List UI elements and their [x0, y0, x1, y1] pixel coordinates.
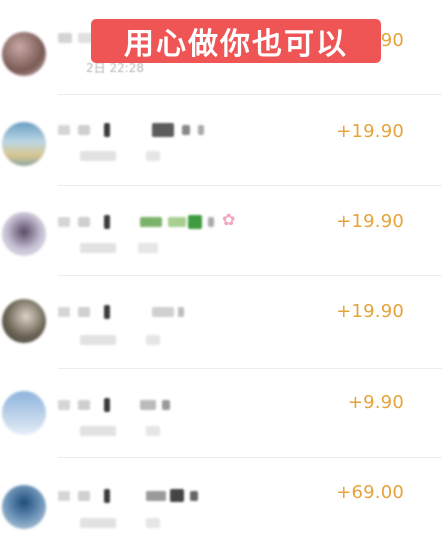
transaction-amount: +19.90 — [336, 301, 404, 322]
transaction-row[interactable]: +19.90 — [0, 185, 442, 276]
transaction-amount: +9.90 — [347, 392, 404, 413]
caption-banner: 用心做你也可以 — [91, 19, 381, 63]
avatar — [2, 391, 46, 435]
transaction-row[interactable]: +9.90 — [0, 368, 442, 458]
transaction-row[interactable]: +69.00 — [0, 458, 442, 548]
transaction-row[interactable]: +19.90 — [0, 275, 442, 369]
transaction-amount: +19.90 — [336, 121, 404, 142]
transaction-amount: +69.00 — [336, 482, 404, 503]
transaction-row[interactable]: +19.90 — [0, 95, 442, 186]
cherry-blossom-icon: ✿ — [222, 210, 236, 229]
transaction-amount: +19.90 — [336, 211, 404, 232]
avatar — [2, 32, 46, 76]
avatar — [2, 485, 46, 529]
avatar — [2, 122, 46, 166]
caption-text: 用心做你也可以 — [124, 27, 348, 62]
avatar — [2, 299, 46, 343]
avatar — [2, 212, 46, 256]
